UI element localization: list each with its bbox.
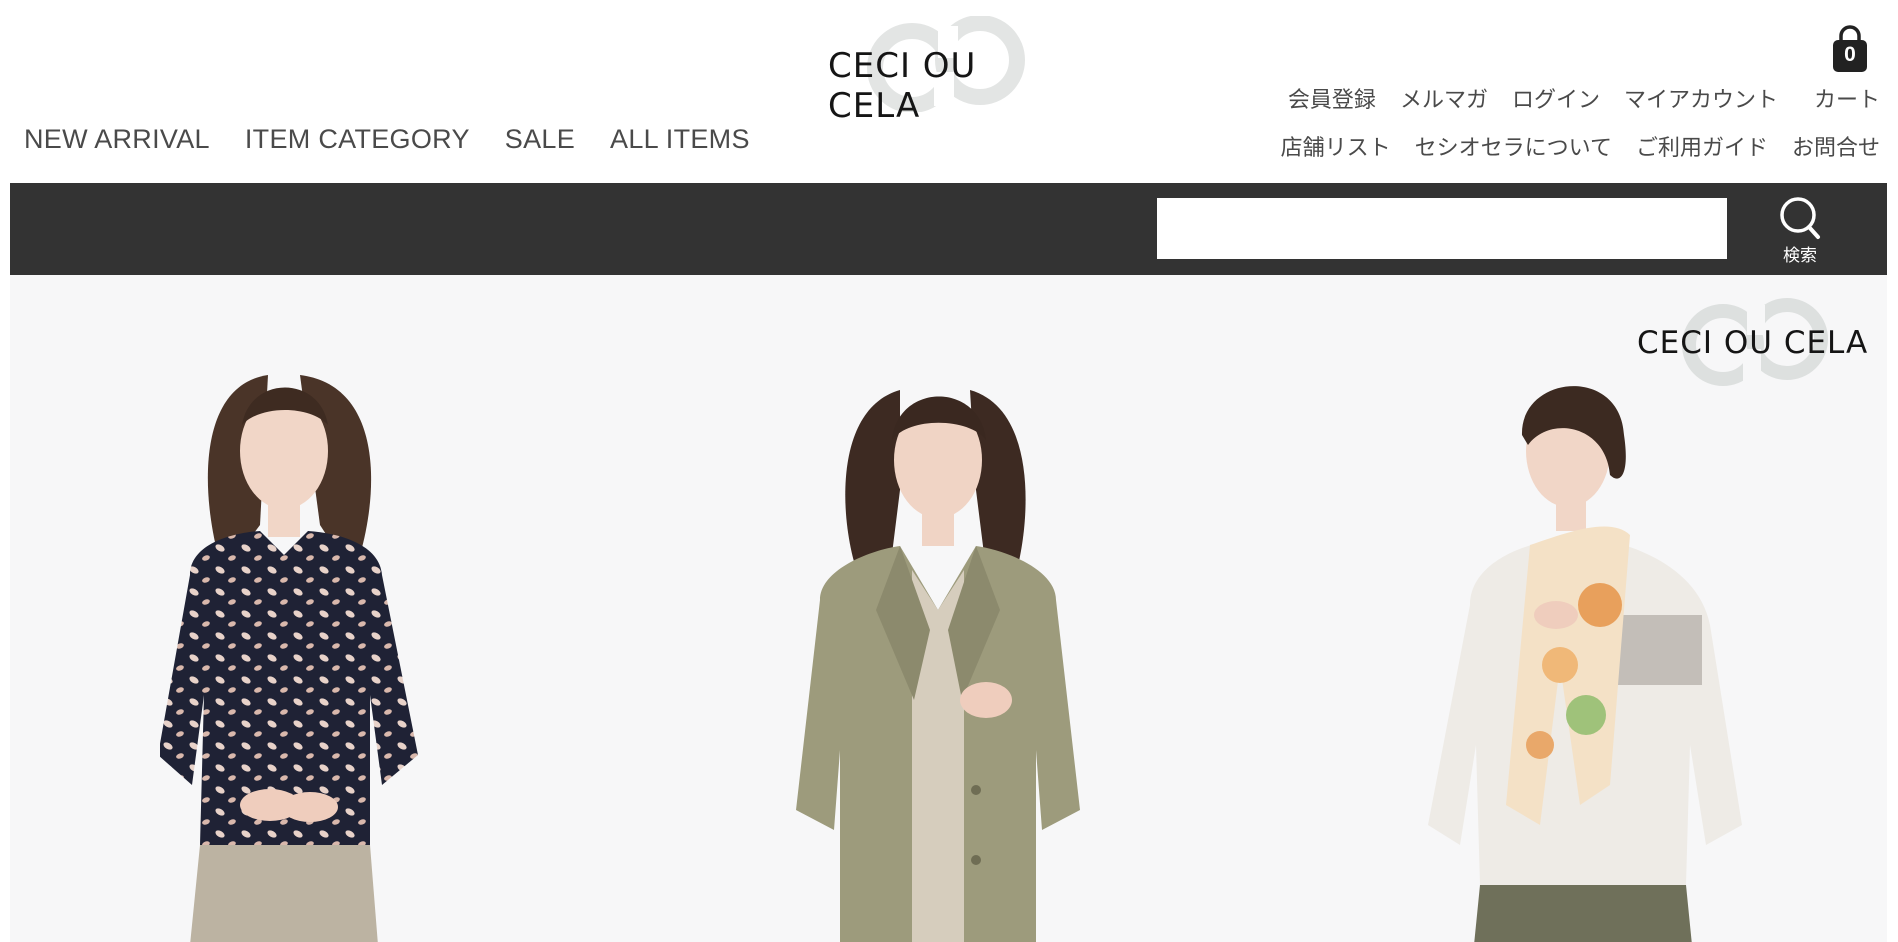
link-store-list[interactable]: 店舗リスト — [1281, 130, 1391, 162]
site-header: CECI OU CELA NEW ARRIVAL ITEM CATEGORY S… — [0, 0, 1898, 183]
utility-links-bottom: 店舗リスト セシオセラについて ご利用ガイド お問合せ — [1281, 130, 1880, 162]
link-newsletter[interactable]: メルマガ — [1400, 82, 1488, 114]
search-bar: 検索 — [10, 183, 1887, 275]
search-button[interactable]: 検索 — [1765, 195, 1835, 266]
link-my-account[interactable]: マイアカウント — [1624, 82, 1778, 114]
nav-new-arrival[interactable]: NEW ARRIVAL — [24, 124, 210, 155]
link-cart[interactable]: カート — [1814, 82, 1880, 114]
link-about[interactable]: セシオセラについて — [1415, 130, 1612, 162]
cart-count-badge: 0 — [1844, 43, 1856, 66]
nav-all-items[interactable]: ALL ITEMS — [610, 124, 750, 155]
link-member-register[interactable]: 会員登録 — [1288, 82, 1376, 114]
brand-name: CECI OU CELA — [828, 46, 977, 126]
model-2-image — [796, 390, 1080, 942]
model-3-image — [1428, 386, 1742, 942]
nav-sale[interactable]: SALE — [505, 124, 575, 155]
link-login[interactable]: ログイン — [1512, 82, 1600, 114]
model-1-image — [160, 375, 418, 942]
brand-logo[interactable]: CECI OU CELA — [820, 16, 1080, 126]
hero-brand-name: CECI OU CELA — [1637, 325, 1869, 361]
utility-links-top: 会員登録 メルマガ ログイン マイアカウント カート — [1288, 82, 1880, 114]
cart-button[interactable]: 0 — [1826, 24, 1874, 74]
nav-item-category[interactable]: ITEM CATEGORY — [245, 124, 470, 155]
hero-banner[interactable]: CECI OU CELA — [10, 275, 1887, 942]
link-guide[interactable]: ご利用ガイド — [1636, 130, 1768, 162]
main-nav: NEW ARRIVAL ITEM CATEGORY SALE ALL ITEMS — [24, 124, 750, 155]
link-contact[interactable]: お問合せ — [1792, 130, 1880, 162]
search-icon — [1780, 197, 1820, 239]
search-input[interactable] — [1157, 198, 1727, 259]
search-button-label: 検索 — [1783, 246, 1817, 266]
